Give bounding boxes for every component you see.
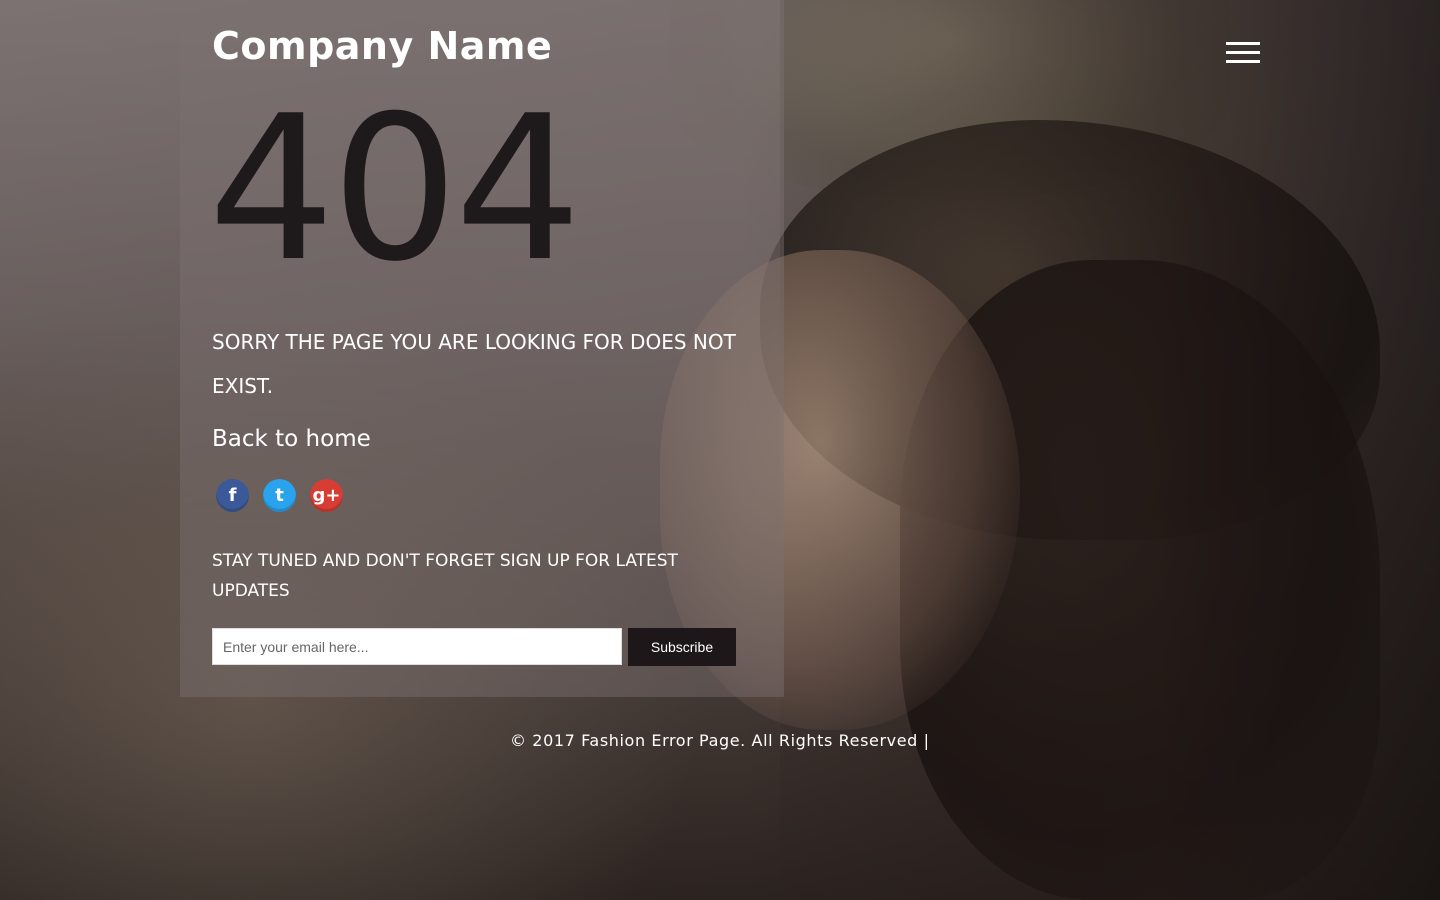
menu-bar (1226, 51, 1260, 54)
subscribe-button[interactable]: Subscribe (628, 628, 736, 666)
menu-bar (1226, 42, 1260, 45)
twitter-icon[interactable]: t (263, 479, 296, 512)
hamburger-menu-icon[interactable] (1226, 42, 1260, 68)
facebook-icon[interactable]: f (216, 479, 249, 512)
error-code: 404 (208, 73, 582, 306)
newsletter-text: STAY TUNED AND DON'T FORGET SIGN UP FOR … (212, 551, 678, 601)
background-right-shade (740, 0, 1440, 900)
error-message: SORRY THE PAGE YOU ARE LOOKING FOR DOES … (212, 330, 736, 398)
social-links: f t g+ (216, 479, 343, 512)
back-to-home-link[interactable]: Back to home (212, 426, 371, 452)
email-input[interactable] (212, 628, 622, 665)
company-name[interactable]: Company Name (212, 24, 552, 68)
menu-bar (1226, 60, 1260, 63)
google-plus-icon[interactable]: g+ (310, 479, 343, 512)
footer-copyright: © 2017 Fashion Error Page. All Rights Re… (510, 731, 930, 750)
